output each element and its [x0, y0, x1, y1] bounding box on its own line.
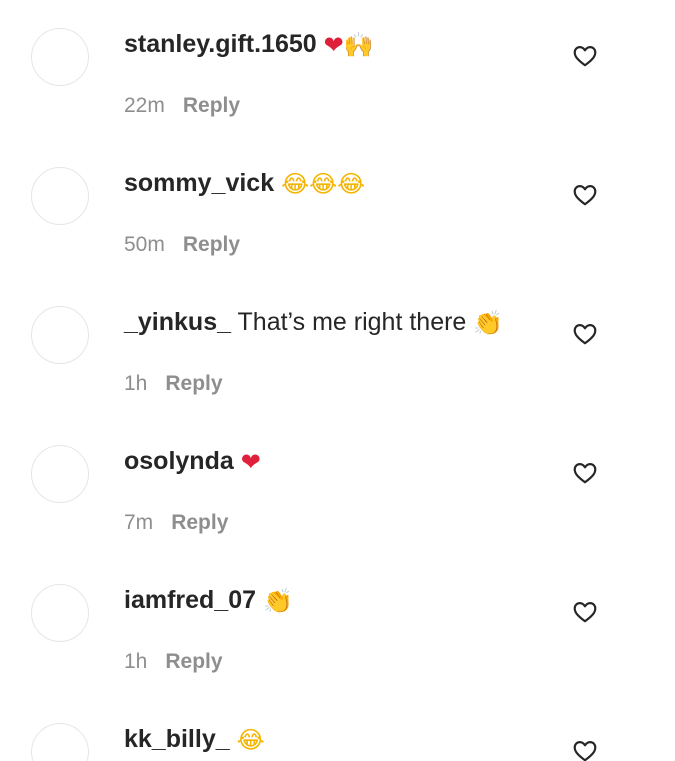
laughing-emoji: 😂	[281, 170, 310, 198]
like-button[interactable]	[572, 43, 598, 69]
comment-body: That’s me right there	[237, 308, 467, 336]
raised-hands-emoji: 🙌	[343, 31, 374, 59]
clapping-hands-emoji: 👏	[262, 587, 293, 615]
comment-item: _yinkus_ That’s me right there 👏 1h Reply	[0, 278, 675, 417]
heart-outline-icon	[573, 602, 597, 623]
comment-time: 50m	[124, 233, 165, 256]
clapping-hands-emoji: 👏	[473, 309, 504, 337]
avatar[interactable]	[31, 306, 89, 364]
avatar[interactable]	[31, 445, 89, 503]
comment-text-line: osolynda ❤	[124, 445, 261, 478]
laughing-emoji: 😂	[337, 170, 366, 198]
heart-outline-icon	[573, 46, 597, 67]
comment-item: iamfred_07 👏 1h Reply	[0, 556, 675, 695]
comment-time: 7m	[124, 511, 154, 534]
heart-outline-icon	[573, 463, 597, 484]
reply-button[interactable]: Reply	[165, 650, 222, 673]
comment-username[interactable]: sommy_vick	[124, 169, 274, 197]
laughing-emoji: 😂	[309, 170, 338, 198]
avatar[interactable]	[31, 723, 89, 761]
like-button[interactable]	[572, 599, 598, 625]
avatar[interactable]	[31, 28, 89, 86]
comment-text-line: kk_billy_ 😂	[124, 723, 265, 756]
like-button[interactable]	[572, 738, 598, 761]
comment-meta: 50m Reply	[124, 231, 240, 259]
comment-text-line: _yinkus_ That’s me right there 👏	[124, 306, 503, 339]
reply-button[interactable]: Reply	[183, 94, 240, 117]
comment-text-line: sommy_vick 😂😂😂	[124, 167, 365, 200]
reply-button[interactable]: Reply	[183, 233, 240, 256]
comment-item: sommy_vick 😂😂😂 50m Reply	[0, 139, 675, 278]
comment-meta: 7m Reply	[124, 509, 228, 537]
comment-meta: 1h Reply	[124, 370, 223, 398]
reply-button[interactable]: Reply	[165, 372, 222, 395]
comment-username[interactable]: iamfred_07	[124, 586, 256, 614]
like-button[interactable]	[572, 321, 598, 347]
comment-meta: 1h Reply	[124, 648, 223, 676]
comment-username[interactable]: _yinkus_	[124, 308, 231, 336]
comment-username[interactable]: osolynda	[124, 447, 234, 475]
heart-emoji: ❤	[323, 31, 344, 59]
comment-item: stanley.gift.1650 ❤🙌 22m Reply	[0, 0, 675, 139]
avatar[interactable]	[31, 167, 89, 225]
comment-username[interactable]: kk_billy_	[124, 725, 230, 753]
comment-text-line: stanley.gift.1650 ❤🙌	[124, 28, 374, 61]
comment-username[interactable]: stanley.gift.1650	[124, 30, 317, 58]
comment-item: kk_billy_ 😂	[0, 695, 675, 761]
comment-text-line: iamfred_07 👏	[124, 584, 293, 617]
comment-item: osolynda ❤ 7m Reply	[0, 417, 675, 556]
heart-outline-icon	[573, 741, 597, 761]
like-button[interactable]	[572, 460, 598, 486]
heart-outline-icon	[573, 185, 597, 206]
comment-time: 1h	[124, 372, 148, 395]
comment-time: 22m	[124, 94, 165, 117]
comment-time: 1h	[124, 650, 148, 673]
heart-outline-icon	[573, 324, 597, 345]
heart-emoji: ❤	[240, 448, 261, 476]
avatar[interactable]	[31, 584, 89, 642]
reply-button[interactable]: Reply	[171, 511, 228, 534]
like-button[interactable]	[572, 182, 598, 208]
laughing-emoji: 😂	[236, 726, 265, 754]
comment-meta: 22m Reply	[124, 92, 240, 120]
